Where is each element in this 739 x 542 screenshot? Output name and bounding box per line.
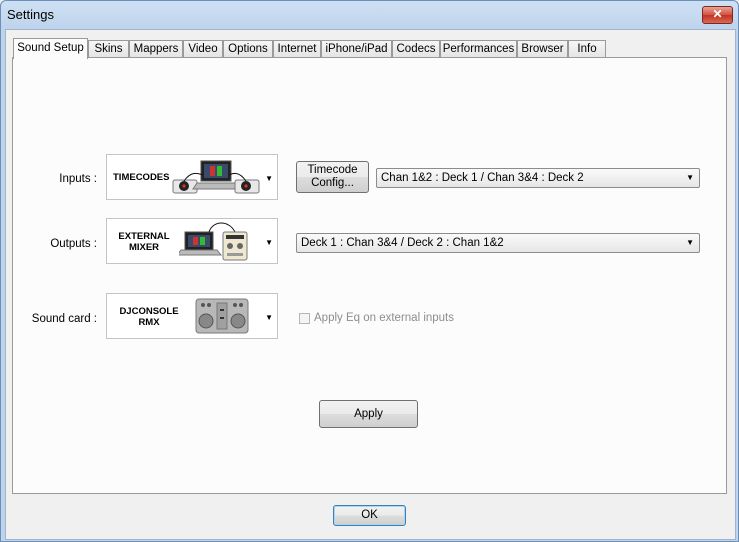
sound-card-selected-line1: DJCONSOLE — [119, 306, 179, 317]
sound-card-selected-text: DJCONSOLE RMX — [113, 306, 185, 328]
inputs-label: Inputs : — [59, 173, 97, 185]
settings-window: Settings ✕ Sound Setup Skins Mappers Vid… — [0, 0, 739, 542]
sound-card-label: Sound card : — [31, 313, 97, 325]
laptop-mixer-icon — [179, 222, 248, 261]
outputs-selected-line2: MIXER — [128, 242, 160, 253]
inputs-routing-value: Chan 1&2 : Deck 1 / Chan 3&4 : Deck 2 — [381, 172, 584, 184]
tab-video[interactable]: Video — [183, 40, 223, 57]
title-bar[interactable]: Settings ✕ — [1, 1, 738, 29]
tab-iphone-ipad[interactable]: iPhone/iPad — [321, 40, 392, 57]
tab-mappers[interactable]: Mappers — [129, 40, 183, 57]
timecode-config-label-line2: Config... — [311, 177, 354, 189]
apply-eq-label: Apply Eq on external inputs — [314, 312, 455, 324]
tab-info[interactable]: Info — [568, 40, 606, 57]
chevron-down-icon: ▼ — [265, 174, 273, 183]
tab-skins[interactable]: Skins — [88, 40, 129, 57]
inputs-dropdown[interactable]: TIMECODES ▼ — [106, 154, 278, 200]
sound-card-dropdown[interactable]: DJCONSOLE RMX ▼ — [106, 293, 278, 339]
timecode-config-label-line1: Timecode — [307, 164, 358, 176]
outputs-selected-text: EXTERNAL MIXER — [113, 231, 175, 253]
ok-button[interactable]: OK — [333, 505, 406, 526]
apply-eq-checkbox-row[interactable]: Apply Eq on external inputs — [299, 312, 479, 326]
chevron-down-icon: ▼ — [265, 313, 273, 322]
tab-browser[interactable]: Browser — [517, 40, 568, 57]
sound-setup-panel: Inputs : TIMECODES ▼ Timecode Config... … — [12, 57, 727, 494]
tab-sound-setup[interactable]: Sound Setup — [13, 38, 88, 59]
outputs-selected-line1: EXTERNAL — [118, 231, 170, 242]
chevron-down-icon: ▼ — [686, 173, 694, 182]
chevron-down-icon: ▼ — [686, 238, 694, 247]
tab-codecs[interactable]: Codecs — [392, 40, 440, 57]
dj-controller-icon — [195, 298, 249, 334]
window-title: Settings — [7, 7, 54, 22]
outputs-label: Outputs : — [50, 238, 97, 250]
tab-options[interactable]: Options — [223, 40, 273, 57]
inputs-routing-select[interactable]: Chan 1&2 : Deck 1 / Chan 3&4 : Deck 2 ▼ — [376, 168, 700, 188]
close-button[interactable]: ✕ — [702, 6, 733, 24]
dialog-client-area: Sound Setup Skins Mappers Video Options … — [5, 29, 736, 540]
sound-card-selected-line2: RMX — [138, 317, 160, 328]
apply-eq-checkbox[interactable] — [299, 313, 310, 324]
apply-button[interactable]: Apply — [319, 400, 418, 428]
outputs-dropdown[interactable]: EXTERNAL MIXER ▼ — [106, 218, 278, 264]
tab-internet[interactable]: Internet — [273, 40, 321, 57]
close-icon: ✕ — [712, 7, 723, 21]
outputs-routing-value: Deck 1 : Chan 3&4 / Deck 2 : Chan 1&2 — [301, 237, 504, 249]
outputs-routing-select[interactable]: Deck 1 : Chan 3&4 / Deck 2 : Chan 1&2 ▼ — [296, 233, 700, 253]
turntables-laptop-icon — [172, 160, 260, 194]
chevron-down-icon: ▼ — [265, 238, 273, 247]
timecode-config-button[interactable]: Timecode Config... — [296, 161, 369, 193]
tab-performances[interactable]: Performances — [440, 40, 517, 57]
inputs-selected-text: TIMECODES — [113, 172, 170, 183]
